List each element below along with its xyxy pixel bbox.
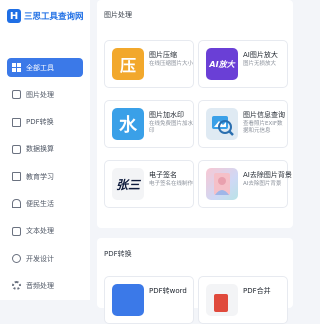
image-tools-section: 图片处理 压 图片压缩 在线压缩图片大小 AI放大 AI图片放大 图片无损放大 … [97,0,293,228]
sidebar-item-text[interactable]: 文本处理 [7,222,83,241]
sidebar-item-label: 便民生活 [26,199,54,208]
watermark-icon: 水 [112,108,144,140]
section-title: PDF转换 [104,250,132,258]
main-content: 图片处理 压 图片压缩 在线压缩图片大小 AI放大 AI图片放大 图片无损放大 … [90,0,300,324]
card-desc: 在线压缩图片大小 [149,61,194,67]
category-nav: 全部工具 图片处理 PDF转换 数据换算 教育学习 便民生活 文本处理 开发设计… [7,58,83,304]
book-icon [12,172,21,182]
portrait-icon [214,173,230,195]
card-title: 图片加水印 [149,111,184,119]
image-info-icon [206,108,238,140]
image-icon [12,90,21,100]
text-icon [12,226,21,236]
sidebar-item-label: 数据换算 [26,145,54,154]
sidebar-item-label: PDF转换 [26,118,54,127]
pdf-icon [12,117,21,127]
logo-mark-icon: H [7,9,21,23]
sidebar-item-audio[interactable]: 音频处理 [7,276,83,295]
sidebar-item-data[interactable]: 数据换算 [7,140,83,159]
card-desc: 电子签名在线制作 [149,181,194,187]
calculator-icon [12,144,21,154]
pdf-file-icon [214,294,228,312]
sidebar-item-label: 教育学习 [26,172,54,181]
compress-icon: 压 [112,48,144,80]
tool-card-pdf-merge[interactable]: PDF合并 [198,276,288,324]
ai-enlarge-icon: AI放大 [206,48,238,80]
sidebar-item-label: 音频处理 [26,281,54,290]
magnifier-photo-icon [212,116,234,136]
sidebar-item-all-tools[interactable]: 全部工具 [7,58,83,77]
remove-bg-icon [206,168,238,200]
tool-card-pdf-word[interactable]: PDF转word [104,276,194,324]
signature-icon: 张三 [112,168,144,200]
card-title: AI去除图片背景 [243,171,292,179]
card-title: 电子签名 [149,171,177,179]
sidebar-item-dev[interactable]: 开发设计 [7,249,83,268]
pdf-merge-icon [206,284,238,316]
site-logo[interactable]: H 三思工具查询网 [7,9,84,23]
sidebar-item-label: 开发设计 [26,254,54,263]
card-desc: 在线免费图片加水印 [149,121,194,134]
card-desc: 查看照片EXIF数据和元信息 [243,121,283,134]
code-icon [12,254,21,264]
sidebar-item-label: 图片处理 [26,90,54,99]
tool-card-watermark[interactable]: 水 图片加水印 在线免费图片加水印 [104,100,194,148]
card-title: PDF合并 [243,287,271,295]
section-title: 图片处理 [104,11,132,19]
tool-card-ai-enlarge[interactable]: AI放大 AI图片放大 图片无损放大 [198,40,288,88]
tool-card-signature[interactable]: 张三 电子签名 电子签名在线制作 [104,160,194,208]
tool-card-compress[interactable]: 压 图片压缩 在线压缩图片大小 [104,40,194,88]
tool-card-remove-bg[interactable]: AI去除图片背景 AI去除图片背景 [198,160,292,208]
sidebar-item-label: 全部工具 [26,63,54,72]
sidebar: H 三思工具查询网 全部工具 图片处理 PDF转换 数据换算 教育学习 便民生活 [0,0,90,300]
sidebar-item-pdf[interactable]: PDF转换 [7,113,83,132]
sidebar-item-image[interactable]: 图片处理 [7,85,83,104]
card-desc: AI去除图片背景 [243,181,282,187]
home-icon [12,199,21,209]
audio-icon [12,281,21,291]
card-title: PDF转word [149,287,187,295]
tool-card-image-info[interactable]: 图片信息查询 查看照片EXIF数据和元信息 [198,100,288,148]
sidebar-item-education[interactable]: 教育学习 [7,167,83,186]
card-title: AI图片放大 [243,51,278,59]
card-title: 图片信息查询 [243,111,285,119]
site-name: 三思工具查询网 [24,12,84,22]
sidebar-item-life[interactable]: 便民生活 [7,194,83,213]
card-desc: 图片无损放大 [243,61,277,67]
pdf-tools-section: PDF转换 PDF转word PDF合并 [97,238,293,324]
pdf-word-icon [112,284,144,316]
sidebar-item-label: 文本处理 [26,227,54,236]
card-title: 图片压缩 [149,51,177,59]
grid-icon [12,63,21,72]
